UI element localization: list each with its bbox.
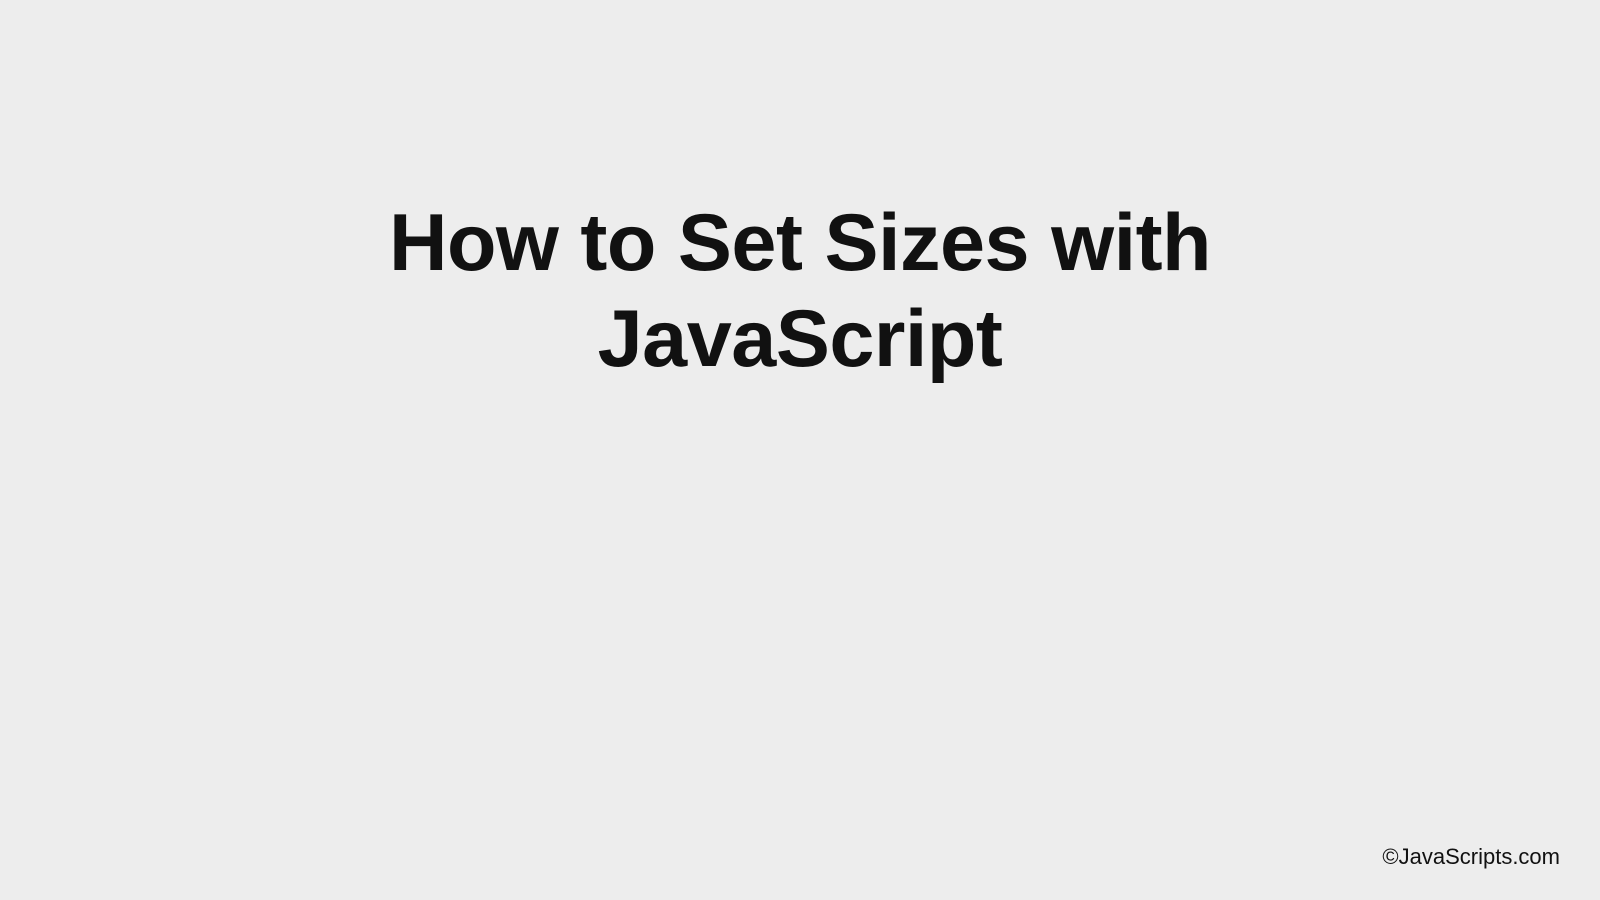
copyright-text: ©JavaScripts.com [1382,844,1560,870]
slide-title: How to Set Sizes with JavaScript [300,196,1300,387]
slide-container: How to Set Sizes with JavaScript ©JavaSc… [0,0,1600,900]
